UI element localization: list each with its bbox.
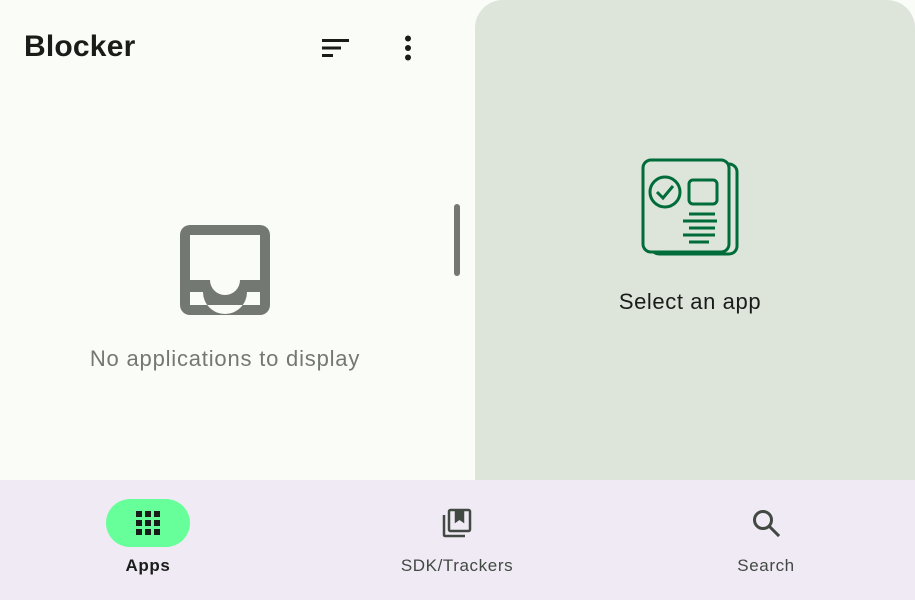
more-vert-icon <box>405 35 411 61</box>
search-icon <box>753 510 781 538</box>
nav-indicator <box>724 499 808 547</box>
app-list-pane: Blocker No applications to display <box>0 0 475 480</box>
nav-label-sdk-trackers: SDK/Trackers <box>400 556 514 575</box>
app-details-icon <box>641 158 739 256</box>
app-detail-pane: Select an app <box>475 0 915 480</box>
sort-button[interactable] <box>316 28 356 68</box>
bottom-navigation-bar: Apps SDK/Trackers Search <box>0 480 915 600</box>
pane-drag-handle[interactable] <box>454 204 460 276</box>
sort-icon <box>322 39 349 57</box>
nav-item-apps[interactable]: Apps <box>48 480 248 600</box>
apps-grid-icon <box>136 511 160 535</box>
page-title: Blocker <box>24 30 136 63</box>
nav-label-apps: Apps <box>125 556 171 575</box>
nav-item-sdk-trackers[interactable]: SDK/Trackers <box>357 480 557 600</box>
more-options-button[interactable] <box>388 28 428 68</box>
nav-item-search[interactable]: Search <box>666 480 866 600</box>
nav-active-indicator <box>106 499 190 547</box>
nav-label-search: Search <box>737 556 795 575</box>
select-app-message: Select an app <box>618 289 762 314</box>
inbox-icon <box>180 225 270 315</box>
nav-indicator <box>415 499 499 547</box>
empty-state-message: No applications to display <box>89 346 361 371</box>
library-books-icon <box>442 508 472 538</box>
